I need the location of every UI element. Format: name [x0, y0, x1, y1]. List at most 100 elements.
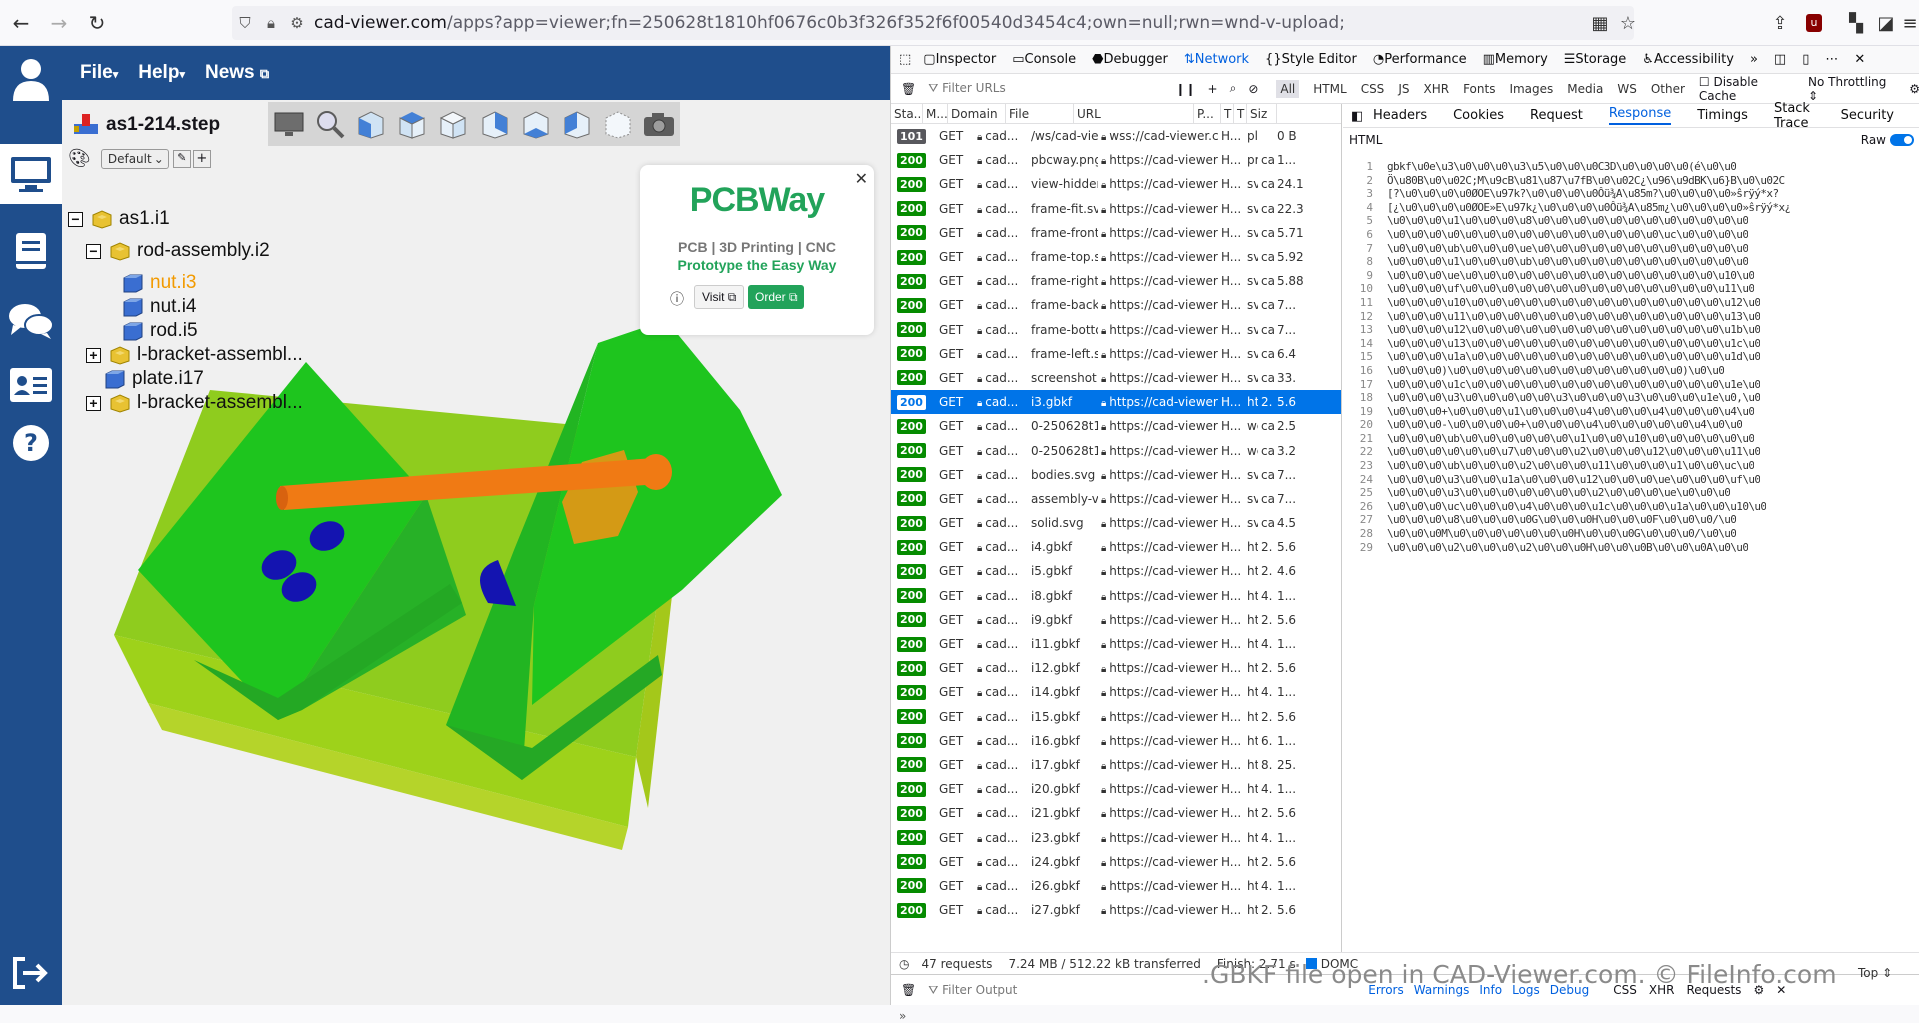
request-row[interactable]: 200GET🔒︎cad...frame-right.svg🔒︎https://c…: [891, 269, 1341, 293]
picker-icon[interactable]: ⬚: [899, 52, 911, 67]
filter-ws[interactable]: WS: [1617, 82, 1636, 96]
rtab-security[interactable]: Security: [1841, 108, 1894, 123]
rtab-headers[interactable]: Headers: [1373, 108, 1427, 123]
back-icon[interactable]: ←: [4, 6, 38, 40]
request-row[interactable]: 200 GET 🔒︎ cad... i27.gbkf 🔒︎ https://cad-view…: [891, 898, 1341, 922]
add-filter-icon[interactable]: +: [1208, 82, 1218, 96]
help-icon[interactable]: ?: [6, 418, 56, 468]
extension-icon[interactable]: ▚: [1842, 9, 1870, 37]
forward-icon[interactable]: →: [42, 6, 76, 40]
tab-debugger[interactable]: ⬣ Debugger: [1092, 52, 1168, 67]
info-icon[interactable]: ⓘ: [670, 289, 684, 309]
filter-fonts[interactable]: Fonts: [1463, 82, 1495, 96]
view-left-icon[interactable]: [556, 104, 597, 144]
request-row[interactable]: 200 GET 🔒︎ cad... i20.gbkf 🔒︎ https://cad-view…: [891, 777, 1341, 801]
col-method[interactable]: M...: [923, 104, 948, 123]
url-text[interactable]: cad-viewer.com/apps?app=viewer;fn=250628…: [314, 13, 1345, 33]
more-options-icon[interactable]: ⋯: [1825, 52, 1838, 67]
request-row[interactable]: 200 GET 🔒︎ cad... i14.gbkf 🔒︎ https://cad-view…: [891, 680, 1341, 704]
screenshot-camera-icon[interactable]: [639, 104, 680, 144]
tree-item-nut-i4[interactable]: nut.i4: [122, 296, 196, 318]
request-row[interactable]: 200 GET 🔒︎ cad... i21.gbkf 🔒︎ https://cad-view…: [891, 801, 1341, 825]
request-row[interactable]: 200GET🔒︎cad...0-250628t1810🔒︎https://cad…: [891, 414, 1341, 438]
menu-help[interactable]: Help▾: [138, 62, 185, 84]
3d-viewport[interactable]: as1-214.step 🎨︎ Default ⌄ ✎ + − as1.i1 −…: [62, 100, 890, 1005]
filter-all[interactable]: All: [1276, 79, 1300, 98]
ad-visit-button[interactable]: Visit ⧉: [694, 285, 744, 309]
request-row[interactable]: 200 GET 🔒︎ cad... bodies.svg 🔒︎ https://cad-vi…: [891, 463, 1341, 487]
tree-item-l-bracket-1[interactable]: + l-bracket-assembl...: [86, 344, 303, 366]
overflow-tabs-icon[interactable]: »: [1750, 52, 1758, 67]
trash-icon[interactable]: 🗑︎: [901, 82, 916, 96]
request-row[interactable]: 200GET🔒︎cad...frame-front.svc🔒︎https://c…: [891, 221, 1341, 245]
user-icon[interactable]: [6, 54, 56, 104]
tree-item-as1[interactable]: − as1.i1: [68, 208, 170, 230]
request-row[interactable]: 200GET🔒︎cad...0-250628t1810🔒︎https://cad…: [891, 438, 1341, 462]
reload-icon[interactable]: ↻: [80, 6, 114, 40]
request-row[interactable]: 200 GET 🔒︎ cad... i11.gbkf 🔒︎ https://cad-view…: [891, 632, 1341, 656]
request-row[interactable]: 200 GET 🔒︎ cad... i17.gbkf 🔒︎ https://cad-view…: [891, 753, 1341, 777]
request-row[interactable]: 200GET🔒︎cad...frame-fit.svg🔒︎https://cad…: [891, 197, 1341, 221]
top-context-select[interactable]: Top ⇕: [1858, 966, 1892, 980]
filter-js[interactable]: JS: [1398, 82, 1409, 96]
request-row[interactable]: 200 GET 🔒︎ cad... i8.gbkf 🔒︎ https://cad-viewe…: [891, 584, 1341, 608]
request-row[interactable]: 200 GET 🔒︎ cad... i4.gbkf 🔒︎ https://cad-viewe…: [891, 535, 1341, 559]
contact-card-icon[interactable]: [6, 360, 56, 410]
rtab-cookies[interactable]: Cookies: [1453, 108, 1504, 123]
view-hidden-icon[interactable]: [598, 104, 639, 144]
tree-item-nut-i3[interactable]: nut.i3: [122, 272, 196, 294]
tree-item-rod-i5[interactable]: rod.i5: [122, 320, 198, 342]
tree-item-rod-assembly[interactable]: − rod-assembly.i2: [86, 240, 270, 262]
chat-icon[interactable]: [6, 296, 56, 346]
tab-performance[interactable]: ◔ Performance: [1373, 52, 1467, 67]
dock-icon[interactable]: ◫: [1774, 52, 1786, 67]
request-row[interactable]: 200GET🔒︎cad...frame-bottom.:🔒︎https://ca…: [891, 318, 1341, 342]
toggle-sidebar-icon[interactable]: ◧: [1351, 109, 1363, 124]
request-row[interactable]: 200GET🔒︎cad...assembly-virtu🔒︎https://ca…: [891, 487, 1341, 511]
request-row[interactable]: 200 GET 🔒︎ cad... i5.gbkf 🔒︎ https://cad-viewe…: [891, 559, 1341, 583]
block-icon[interactable]: ⊘: [1248, 82, 1258, 96]
rtab-stack-trace[interactable]: Stack Trace: [1774, 101, 1815, 131]
request-row[interactable]: 200 GET 🔒︎ cad... i26.gbkf 🔒︎ https://cad-view…: [891, 874, 1341, 898]
tab-network[interactable]: ⇅ Network: [1184, 52, 1249, 67]
share-icon[interactable]: ⇪: [1766, 9, 1794, 37]
disable-cache-checkbox[interactable]: ☐ Disable Cache: [1699, 75, 1798, 103]
tab-console[interactable]: ▭ Console: [1012, 52, 1076, 67]
tab-style-editor[interactable]: {} Style Editor: [1265, 52, 1357, 67]
viewer-monitor-icon[interactable]: [0, 144, 62, 204]
extensions-grid-icon[interactable]: ▦: [1586, 9, 1614, 37]
view-bottom-icon[interactable]: [515, 104, 556, 144]
rtab-timings[interactable]: Timings: [1697, 108, 1748, 123]
request-row[interactable]: 200 GET 🔒︎ cad... i24.gbkf 🔒︎ https://cad-view…: [891, 850, 1341, 874]
request-row[interactable]: 200 GET 🔒︎ cad... i12.gbkf 🔒︎ https://cad-view…: [891, 656, 1341, 680]
col-transferred[interactable]: T: [1234, 104, 1247, 123]
address-bar[interactable]: ⛉ 🔒︎ ⚙ cad-viewer.com/apps?app=viewer;fn…: [232, 6, 1634, 40]
col-domain[interactable]: Domain: [948, 104, 1006, 123]
expand-icon[interactable]: +: [86, 395, 101, 411]
request-row[interactable]: 200 GET 🔒︎ cad... i16.gbkf 🔒︎ https://cad-view…: [891, 729, 1341, 753]
request-row[interactable]: 200 GET 🔒︎ cad... solid.svg 🔒︎ https://cad-vie…: [891, 511, 1341, 535]
request-row[interactable]: 200 GET 🔒︎ cad... i23.gbkf 🔒︎ https://cad-view…: [891, 825, 1341, 849]
request-row[interactable]: 101GET🔒︎cad.../ws/cad-viewe🔒︎wss://cad-v…: [891, 124, 1341, 148]
close-devtools-icon[interactable]: ✕: [1854, 52, 1865, 67]
bookmark-star-icon[interactable]: ☆: [1614, 9, 1642, 37]
tab-inspector[interactable]: ▢ Inspector: [923, 52, 996, 67]
expand-icon[interactable]: +: [86, 347, 101, 363]
filter-xhr[interactable]: XHR: [1423, 82, 1449, 96]
request-row[interactable]: 200GET🔒︎cad...frame-back.sv🔒︎https://cad…: [891, 293, 1341, 317]
col-size[interactable]: Siz: [1247, 104, 1277, 123]
tree-item-l-bracket-2[interactable]: + l-bracket-assembl...: [86, 392, 303, 414]
filter-other[interactable]: Other: [1651, 82, 1685, 96]
ublock-icon[interactable]: u: [1800, 9, 1828, 37]
tab-storage[interactable]: ☰ Storage: [1564, 52, 1627, 67]
menu-file[interactable]: File▾: [80, 62, 118, 84]
request-row[interactable]: 200 GET 🔒︎ cad... i3.gbkf 🔒︎ https://cad-viewe…: [891, 390, 1341, 415]
trash-icon[interactable]: 🗑︎: [901, 983, 916, 997]
console-prompt-icon[interactable]: »: [899, 1009, 906, 1023]
throttling-select[interactable]: No Throttling ⇕: [1808, 75, 1899, 103]
request-row[interactable]: 200 GET 🔒︎ cad... pbcway.png 🔒︎ https://cad-vi…: [891, 148, 1341, 172]
filter-urls-input[interactable]: ⛛ Filter URLs: [928, 81, 1175, 96]
search-icon[interactable]: ⌕: [1230, 81, 1237, 96]
col-type[interactable]: T: [1221, 104, 1234, 123]
col-protocol[interactable]: P...: [1194, 104, 1221, 123]
